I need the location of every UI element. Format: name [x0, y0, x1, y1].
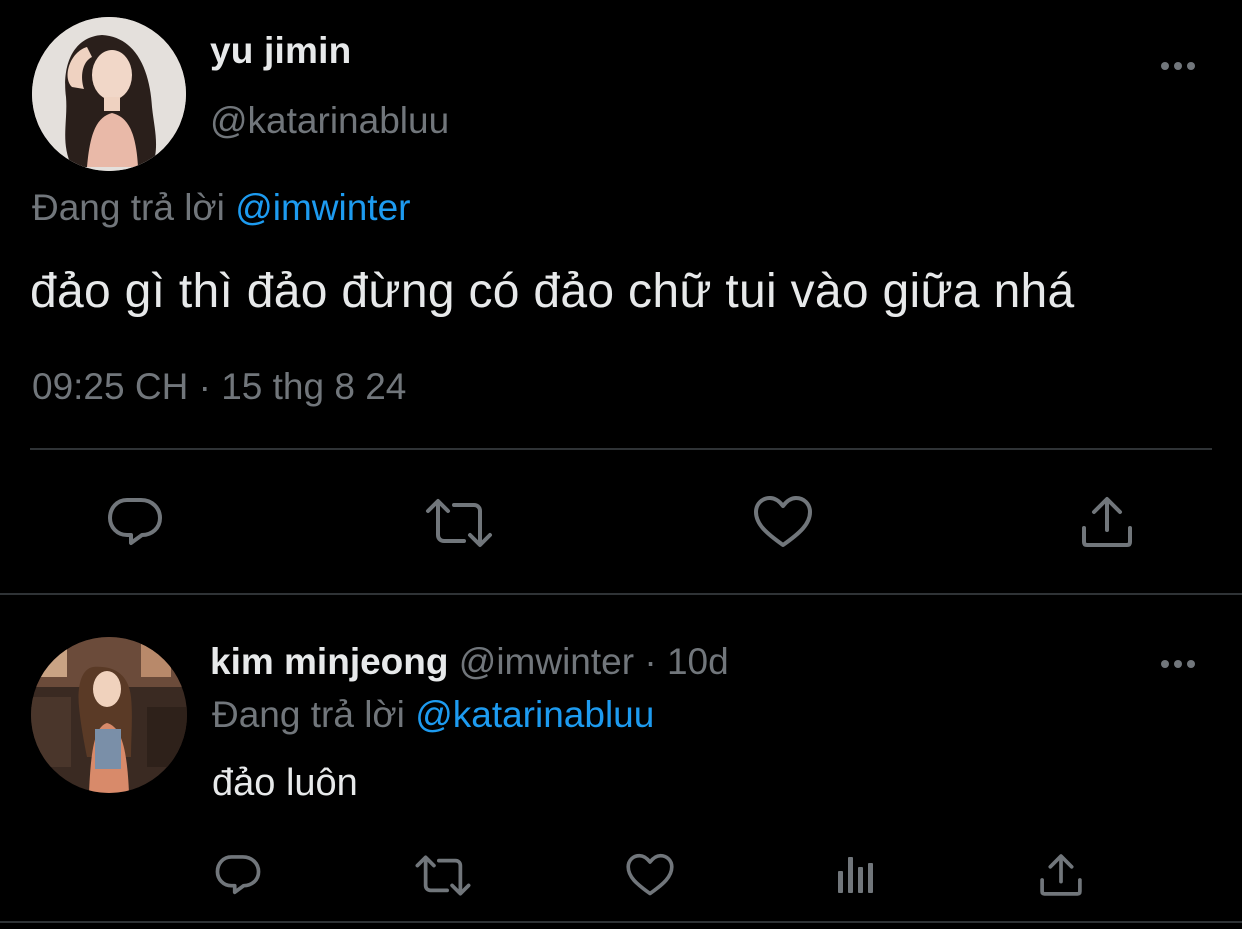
- replying-mention-link[interactable]: @katarinabluu: [415, 694, 654, 735]
- retweet-icon[interactable]: [414, 854, 472, 897]
- like-icon[interactable]: [752, 495, 814, 549]
- reply-handle[interactable]: @imwinter: [459, 641, 634, 682]
- share-icon[interactable]: [1080, 494, 1134, 550]
- main-timestamp[interactable]: 09:25 CH · 15 thg 8 24: [32, 366, 406, 408]
- replying-prefix: Đang trả lời: [212, 694, 405, 735]
- retweet-icon[interactable]: [424, 497, 494, 549]
- main-avatar[interactable]: [32, 17, 186, 171]
- reply-icon[interactable]: [105, 494, 165, 550]
- divider: [0, 593, 1242, 595]
- main-tweet-text: đảo gì thì đảo đừng có đảo chữ tui vào g…: [30, 265, 1075, 318]
- replying-mention-link[interactable]: @imwinter: [235, 187, 410, 228]
- separator-dot: ·: [644, 641, 657, 682]
- more-horizontal-icon[interactable]: [1161, 660, 1195, 668]
- more-horizontal-icon[interactable]: [1161, 62, 1195, 70]
- reply-relative-time[interactable]: 10d: [667, 641, 729, 682]
- replying-prefix: Đang trả lời: [32, 187, 225, 228]
- main-handle[interactable]: @katarinabluu: [210, 100, 449, 142]
- reply-display-name[interactable]: kim minjeong: [210, 641, 448, 682]
- views-icon[interactable]: [834, 853, 878, 895]
- main-replying-to: Đang trả lời @imwinter: [32, 187, 411, 229]
- share-icon[interactable]: [1038, 852, 1084, 898]
- divider: [30, 448, 1212, 450]
- reply-tweet-text: đảo luôn: [212, 762, 358, 804]
- reply-avatar[interactable]: [31, 637, 187, 793]
- like-icon[interactable]: [625, 853, 675, 897]
- reply-icon[interactable]: [213, 852, 263, 898]
- main-display-name[interactable]: yu jimin: [210, 30, 351, 72]
- reply-replying-to: Đang trả lời @katarinabluu: [212, 694, 654, 736]
- reply-header: kim minjeong @imwinter · 10d: [210, 641, 729, 683]
- divider: [0, 921, 1242, 923]
